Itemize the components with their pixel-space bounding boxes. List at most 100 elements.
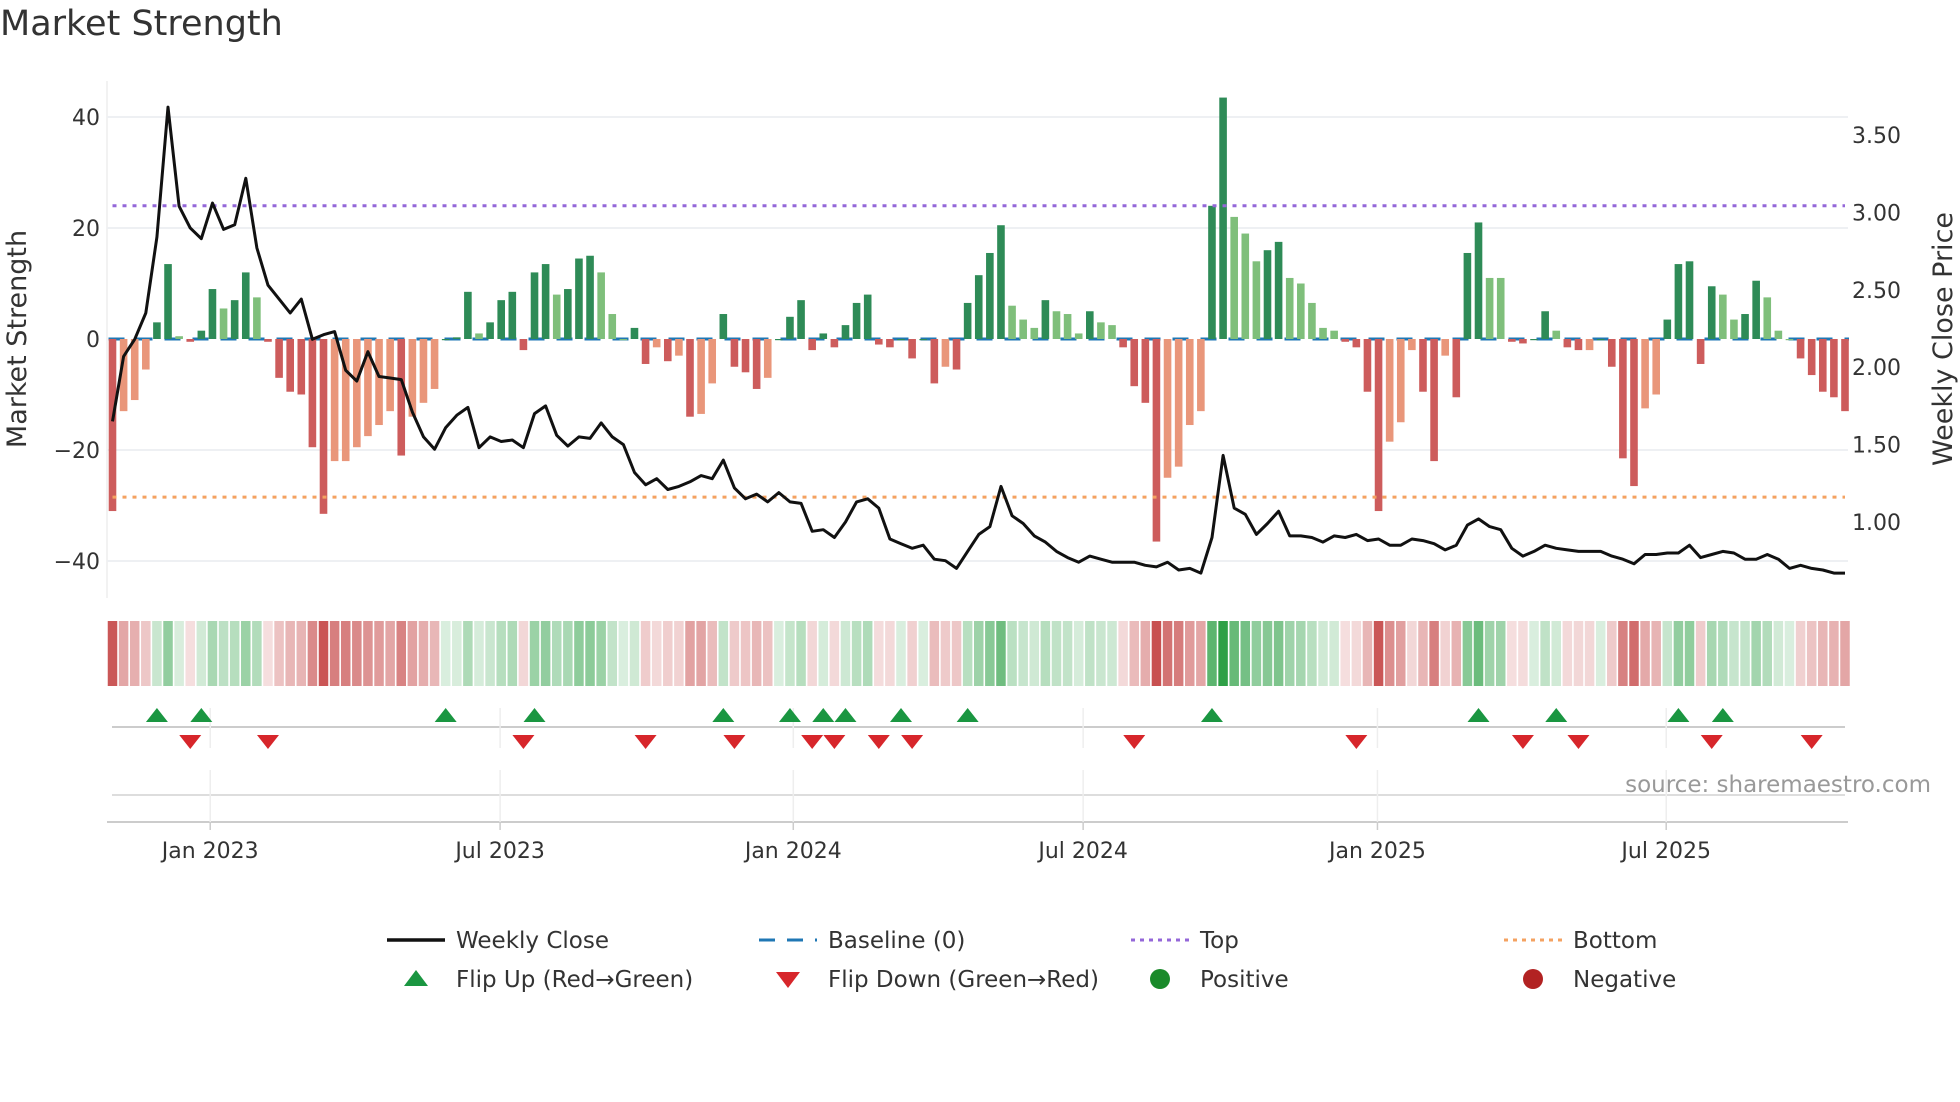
strip-cell xyxy=(1695,621,1706,686)
strength-bar xyxy=(419,339,428,403)
flip-down-marker xyxy=(634,735,657,749)
strength-bar xyxy=(1585,339,1594,351)
strip-cell xyxy=(1040,621,1051,686)
strip-cell xyxy=(229,621,240,686)
strip-cell xyxy=(1840,621,1850,686)
strip-cell xyxy=(174,621,184,686)
strip-cell xyxy=(1595,621,1606,686)
strength-bar xyxy=(1052,311,1061,339)
strength-bar xyxy=(1019,319,1027,339)
strip-cell xyxy=(474,621,484,686)
strength-bar xyxy=(941,339,950,367)
strength-bar xyxy=(1785,339,1794,341)
strength-bar xyxy=(997,225,1005,339)
strength-bar xyxy=(1330,330,1338,339)
strip-cell xyxy=(263,621,273,686)
flip-markers xyxy=(107,708,1848,830)
flip-down-marker xyxy=(1800,735,1823,749)
strength-bar xyxy=(786,316,794,339)
strength-bar xyxy=(541,264,550,339)
strength-bar xyxy=(1230,216,1238,339)
strength-bar xyxy=(1519,339,1527,344)
strip-cell xyxy=(762,621,773,686)
strip-cell xyxy=(1751,621,1761,686)
strength-bar xyxy=(1119,339,1127,348)
strength-bar xyxy=(1752,280,1760,339)
strip-cell xyxy=(596,621,606,686)
y2-axis-title: Weekly Close Price xyxy=(1928,212,1959,466)
strip-cell xyxy=(1373,621,1384,686)
strength-bar xyxy=(808,339,816,351)
strength-bar xyxy=(886,339,894,348)
strength-bar xyxy=(1208,205,1216,339)
strip-cell xyxy=(718,621,729,686)
strip-cell xyxy=(1495,621,1506,686)
strength-bar xyxy=(153,322,161,339)
strength-bar xyxy=(175,336,183,339)
strength-bar xyxy=(597,272,605,339)
strength-bar xyxy=(775,339,783,341)
strip-cell xyxy=(107,621,118,686)
strength-bar xyxy=(264,339,272,342)
strength-bar xyxy=(1152,339,1161,542)
legend-circle-red-icon xyxy=(1523,969,1543,989)
strength-bar xyxy=(452,337,461,339)
strip-cell xyxy=(1118,621,1128,686)
flip-up-marker xyxy=(1467,708,1490,722)
flip-up-marker xyxy=(434,708,457,722)
strength-bar xyxy=(1419,339,1427,392)
strip-cell xyxy=(1240,621,1251,686)
legend-label: Bottom xyxy=(1573,928,1657,954)
strength-bar xyxy=(286,339,294,392)
strength-bar xyxy=(308,339,317,448)
x-tick-label: Jan 2023 xyxy=(160,839,259,864)
strip-cell xyxy=(651,621,662,686)
strength-bar xyxy=(686,339,694,417)
flip-up-marker xyxy=(190,708,213,722)
strength-bar xyxy=(397,339,406,456)
legend-label: Negative xyxy=(1573,967,1676,993)
strength-bar xyxy=(675,339,683,356)
strip-cell xyxy=(1407,621,1417,686)
strength-bar xyxy=(1074,333,1083,339)
y2-tick-label: 2.50 xyxy=(1852,279,1901,304)
strength-bar xyxy=(1563,339,1572,348)
strength-bar xyxy=(230,300,239,339)
strip-cell xyxy=(1418,621,1428,686)
strip-cell xyxy=(729,621,740,686)
strength-bar xyxy=(752,339,761,389)
strength-bar xyxy=(708,339,717,384)
strip-cell xyxy=(751,621,762,686)
strength-bar xyxy=(963,302,972,339)
strength-bar xyxy=(1841,339,1849,412)
strip-cell xyxy=(1484,621,1495,686)
strip-cell xyxy=(629,621,640,686)
strength-bar xyxy=(952,339,961,370)
strength-bar xyxy=(1541,311,1549,339)
strength-bar xyxy=(874,339,883,345)
legend-label: Positive xyxy=(1200,967,1289,993)
strength-bar xyxy=(486,322,494,339)
flip-up-marker xyxy=(778,708,801,722)
y2-tick-label: 3.50 xyxy=(1852,124,1901,149)
y-tick-label: −20 xyxy=(54,439,100,464)
strength-bar xyxy=(1430,339,1438,462)
strip-cell xyxy=(1062,621,1073,686)
strip-cell xyxy=(1540,621,1550,686)
strength-bar xyxy=(1485,277,1494,339)
strip-cell xyxy=(962,621,973,686)
strip-cell xyxy=(1018,621,1028,686)
flip-up-marker xyxy=(1667,708,1690,722)
y-tick-label: 0 xyxy=(86,328,100,353)
strip-cell xyxy=(152,621,162,686)
strength-bar xyxy=(253,297,261,339)
strength-bar xyxy=(319,339,328,514)
strip-cell xyxy=(418,621,429,686)
strip-cell xyxy=(663,621,673,686)
strip-cell xyxy=(1096,621,1106,686)
strip-cell xyxy=(907,621,917,686)
strip-cell xyxy=(318,621,329,686)
strength-bar xyxy=(1341,339,1350,342)
strip-cell xyxy=(862,621,873,686)
strength-bar xyxy=(730,339,739,367)
